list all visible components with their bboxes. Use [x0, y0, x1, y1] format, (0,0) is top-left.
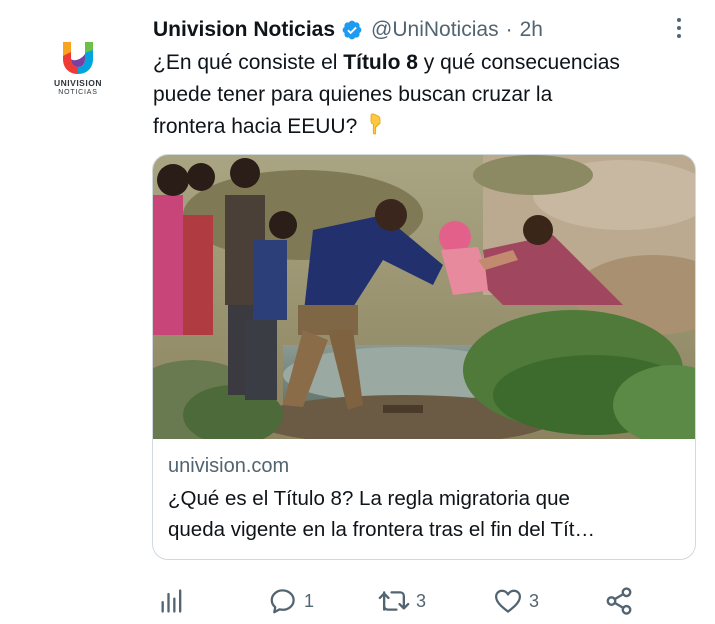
- tweet-header: Univision Noticias @UniNoticias · 2h: [153, 16, 543, 44]
- reply-icon: [270, 589, 295, 614]
- univision-logo-icon: [63, 42, 93, 74]
- heart-icon: [495, 589, 521, 613]
- card-title-line2: queda vigente en la frontera tras el fin…: [168, 518, 595, 541]
- card-domain[interactable]: univision.com: [168, 455, 289, 478]
- card-title[interactable]: ¿Qué es el Título 8? La regla migratoria…: [168, 483, 683, 545]
- tweet-actions: 1 3 3: [0, 584, 715, 618]
- like-count: 3: [529, 590, 540, 611]
- tweet-text-line3: frontera hacia EEUU?: [153, 115, 358, 138]
- avatar-logo-sub: NOTICIAS: [58, 88, 98, 96]
- share-button[interactable]: [604, 584, 634, 618]
- tweet[interactable]: UNIVISION NOTICIAS Univision Noticias @U…: [0, 0, 715, 624]
- retweet-button[interactable]: 3: [378, 584, 426, 618]
- retweet-count: 3: [416, 590, 427, 611]
- more-options-icon[interactable]: [668, 14, 690, 42]
- views-button[interactable]: [158, 584, 186, 618]
- tweet-text: ¿En qué consiste el Título 8 y qué conse…: [153, 47, 698, 143]
- avatar[interactable]: UNIVISION NOTICIAS: [48, 40, 108, 104]
- tweet-text-line1-end: y qué consecuencias: [417, 51, 620, 74]
- display-name[interactable]: Univision Noticias: [153, 18, 335, 42]
- tweet-text-start: ¿En qué consiste el: [153, 51, 344, 74]
- link-card[interactable]: univision.com ¿Qué es el Título 8? La re…: [152, 154, 696, 560]
- timestamp[interactable]: 2h: [520, 18, 543, 42]
- share-icon: [606, 587, 632, 615]
- reply-count: 1: [304, 590, 315, 611]
- card-image[interactable]: [153, 155, 695, 439]
- card-title-line1: ¿Qué es el Título 8? La regla migratoria…: [168, 487, 570, 510]
- like-button[interactable]: 3: [493, 584, 539, 618]
- separator-dot: ·: [505, 18, 513, 41]
- tweet-text-bold: Título 8: [343, 51, 418, 74]
- tweet-text-line2: puede tener para quienes buscan cruzar l…: [153, 83, 553, 106]
- photo-migrants-crossing-river: [153, 155, 695, 439]
- avatar-logo-word: UNIVISION: [54, 78, 102, 88]
- reply-button[interactable]: 1: [268, 584, 314, 618]
- handle[interactable]: @UniNoticias: [371, 18, 499, 42]
- analytics-icon: [161, 589, 182, 613]
- pointing-down-emoji-icon: [370, 113, 381, 135]
- retweet-icon: [378, 591, 410, 611]
- verified-badge-icon: [342, 20, 362, 40]
